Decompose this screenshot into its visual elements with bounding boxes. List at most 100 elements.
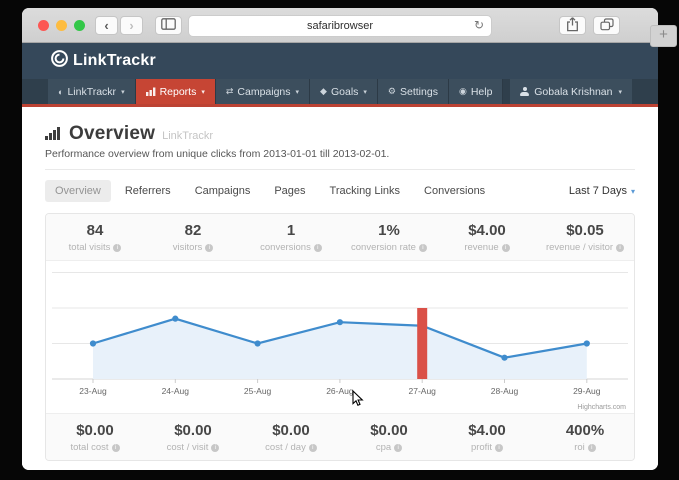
caret-down-icon: ▾ — [201, 88, 205, 96]
info-icon[interactable]: i — [394, 444, 402, 452]
info-icon[interactable]: i — [205, 244, 213, 252]
stat-label: revenue — [464, 242, 498, 253]
tab-referrers[interactable]: Referrers — [115, 180, 181, 202]
info-icon[interactable]: i — [502, 244, 510, 252]
nav-item-goals[interactable]: ◆ Goals ▾ — [310, 79, 378, 104]
lifebuoy-icon: ◉ — [459, 86, 467, 97]
linktrackr-logo-icon — [50, 49, 69, 73]
stat-value: 1% — [340, 222, 438, 239]
gem-icon: ◆ — [320, 86, 327, 97]
stat-label: conversion rate — [351, 242, 416, 253]
zoom-window-button[interactable] — [74, 20, 85, 31]
nav-item-label: Goals — [331, 86, 358, 98]
app-header: LinkTrackr — [22, 43, 658, 79]
stat-label: total cost — [70, 442, 108, 453]
info-icon[interactable]: i — [588, 444, 596, 452]
info-icon[interactable]: i — [314, 244, 322, 252]
caret-down-icon: ▾ — [618, 88, 622, 96]
user-menu[interactable]: Gobala Krishnan ▾ — [510, 79, 632, 104]
stat-roi: 400% roii — [536, 422, 634, 453]
stat-visitors: 82 visitorsi — [144, 222, 242, 253]
tabs-icon — [600, 18, 614, 33]
globe-icon: ◐ — [58, 87, 63, 97]
nav-item-reports[interactable]: Reports ▾ — [136, 79, 216, 104]
stat-label: cpa — [376, 442, 391, 453]
forward-button[interactable]: › — [120, 16, 143, 35]
shuffle-icon: ⇄ — [226, 86, 234, 97]
user-icon — [520, 87, 529, 96]
new-tab-button[interactable]: + — [650, 25, 677, 47]
info-icon[interactable]: i — [419, 244, 427, 252]
tab-tracking-links[interactable]: Tracking Links — [320, 180, 411, 202]
stat-label: visitors — [173, 242, 203, 253]
sidebar-icon — [161, 18, 176, 32]
highcharts-credit[interactable]: Highcharts.com — [577, 404, 626, 411]
tab-conversions[interactable]: Conversions — [414, 180, 495, 202]
date-range-label: Last 7 Days — [569, 185, 627, 197]
nav-item-campaigns[interactable]: ⇄ Campaigns ▾ — [216, 79, 310, 104]
svg-text:24-Aug: 24-Aug — [162, 386, 190, 396]
stat-total-cost: $0.00 total costi — [46, 422, 144, 453]
stat-label: roi — [574, 442, 585, 453]
browser-toolbar: ‹ › safaribrowser ↻ — [22, 8, 658, 43]
stat-revenue-per-visitor: $0.05 revenue / visitori — [536, 222, 634, 253]
back-button[interactable]: ‹ — [95, 16, 118, 35]
nav-item-linktrackr[interactable]: ◐ LinkTrackr ▾ — [48, 79, 136, 104]
divider — [45, 169, 635, 170]
info-icon[interactable]: i — [211, 444, 219, 452]
address-bar[interactable]: safaribrowser ↻ — [188, 15, 492, 37]
svg-text:26-Aug: 26-Aug — [326, 386, 354, 396]
svg-text:29-Aug: 29-Aug — [573, 386, 601, 396]
info-icon[interactable]: i — [495, 444, 503, 452]
stat-value: $0.05 — [536, 222, 634, 239]
nav-item-help[interactable]: ◉ Help — [449, 79, 503, 104]
stat-label: cost / visit — [167, 442, 209, 453]
info-icon[interactable]: i — [113, 244, 121, 252]
bar-chart-icon — [146, 87, 156, 96]
stat-label: total visits — [69, 242, 111, 253]
stat-value: $4.00 — [438, 222, 536, 239]
stat-revenue: $4.00 revenue i — [438, 222, 536, 253]
info-icon[interactable]: i — [616, 244, 624, 252]
traffic-lights — [38, 20, 85, 31]
stat-cpa: $0.00 cpai — [340, 422, 438, 453]
toolbar-right-buttons — [559, 16, 620, 35]
nav-item-label: Campaigns — [237, 86, 290, 98]
stat-value: 82 — [144, 222, 242, 239]
report-tabs: Overview Referrers Campaigns Pages Track… — [45, 180, 635, 202]
svg-text:28-Aug: 28-Aug — [491, 386, 519, 396]
visits-chart[interactable]: 23-Aug 24-Aug 25-Aug 26-Aug 27-Aug 28-Aug 29-A… — [46, 261, 634, 413]
svg-text:23-Aug: 23-Aug — [79, 386, 107, 396]
info-icon[interactable]: i — [309, 444, 317, 452]
page-head: Overview LinkTrackr Performance overview… — [45, 107, 635, 160]
stat-conversions: 1 conversionsi — [242, 222, 340, 253]
tab-pages[interactable]: Pages — [264, 180, 315, 202]
page-content: Overview LinkTrackr Performance overview… — [22, 107, 658, 470]
address-url: safaribrowser — [307, 20, 373, 32]
minimize-window-button[interactable] — [56, 20, 67, 31]
date-range-dropdown[interactable]: Last 7 Days ▾ — [569, 185, 635, 197]
browser-window: ‹ › safaribrowser ↻ LinkTrackr ◐ LinkTra… — [22, 8, 658, 470]
stat-label: revenue / visitor — [546, 242, 613, 253]
linktrackr-logo[interactable]: LinkTrackr — [50, 49, 156, 73]
caret-down-icon: ▾ — [363, 88, 367, 96]
caret-down-icon: ▾ — [121, 88, 125, 96]
svg-text:27-Aug: 27-Aug — [408, 386, 436, 396]
reload-icon[interactable]: ↻ — [474, 18, 484, 32]
back-icon: ‹ — [104, 19, 108, 32]
share-button[interactable] — [559, 16, 586, 35]
info-icon[interactable]: i — [112, 444, 120, 452]
tab-overview-button[interactable] — [593, 16, 620, 35]
page-title: Overview — [69, 123, 155, 145]
stat-profit: $4.00 profiti — [438, 422, 536, 453]
close-window-button[interactable] — [38, 20, 49, 31]
tab-overview[interactable]: Overview — [45, 180, 111, 202]
nav-item-settings[interactable]: ⚙ Settings — [378, 79, 449, 104]
stats-row-top: 84 total visitsi 82 visitorsi 1 conversi… — [46, 214, 634, 261]
tab-campaigns[interactable]: Campaigns — [185, 180, 261, 202]
sidebar-toggle-button[interactable] — [155, 16, 182, 35]
svg-text:25-Aug: 25-Aug — [244, 386, 272, 396]
page-title-suffix: LinkTrackr — [162, 130, 213, 142]
nav-item-label: Settings — [400, 86, 438, 98]
stat-label: conversions — [260, 242, 311, 253]
